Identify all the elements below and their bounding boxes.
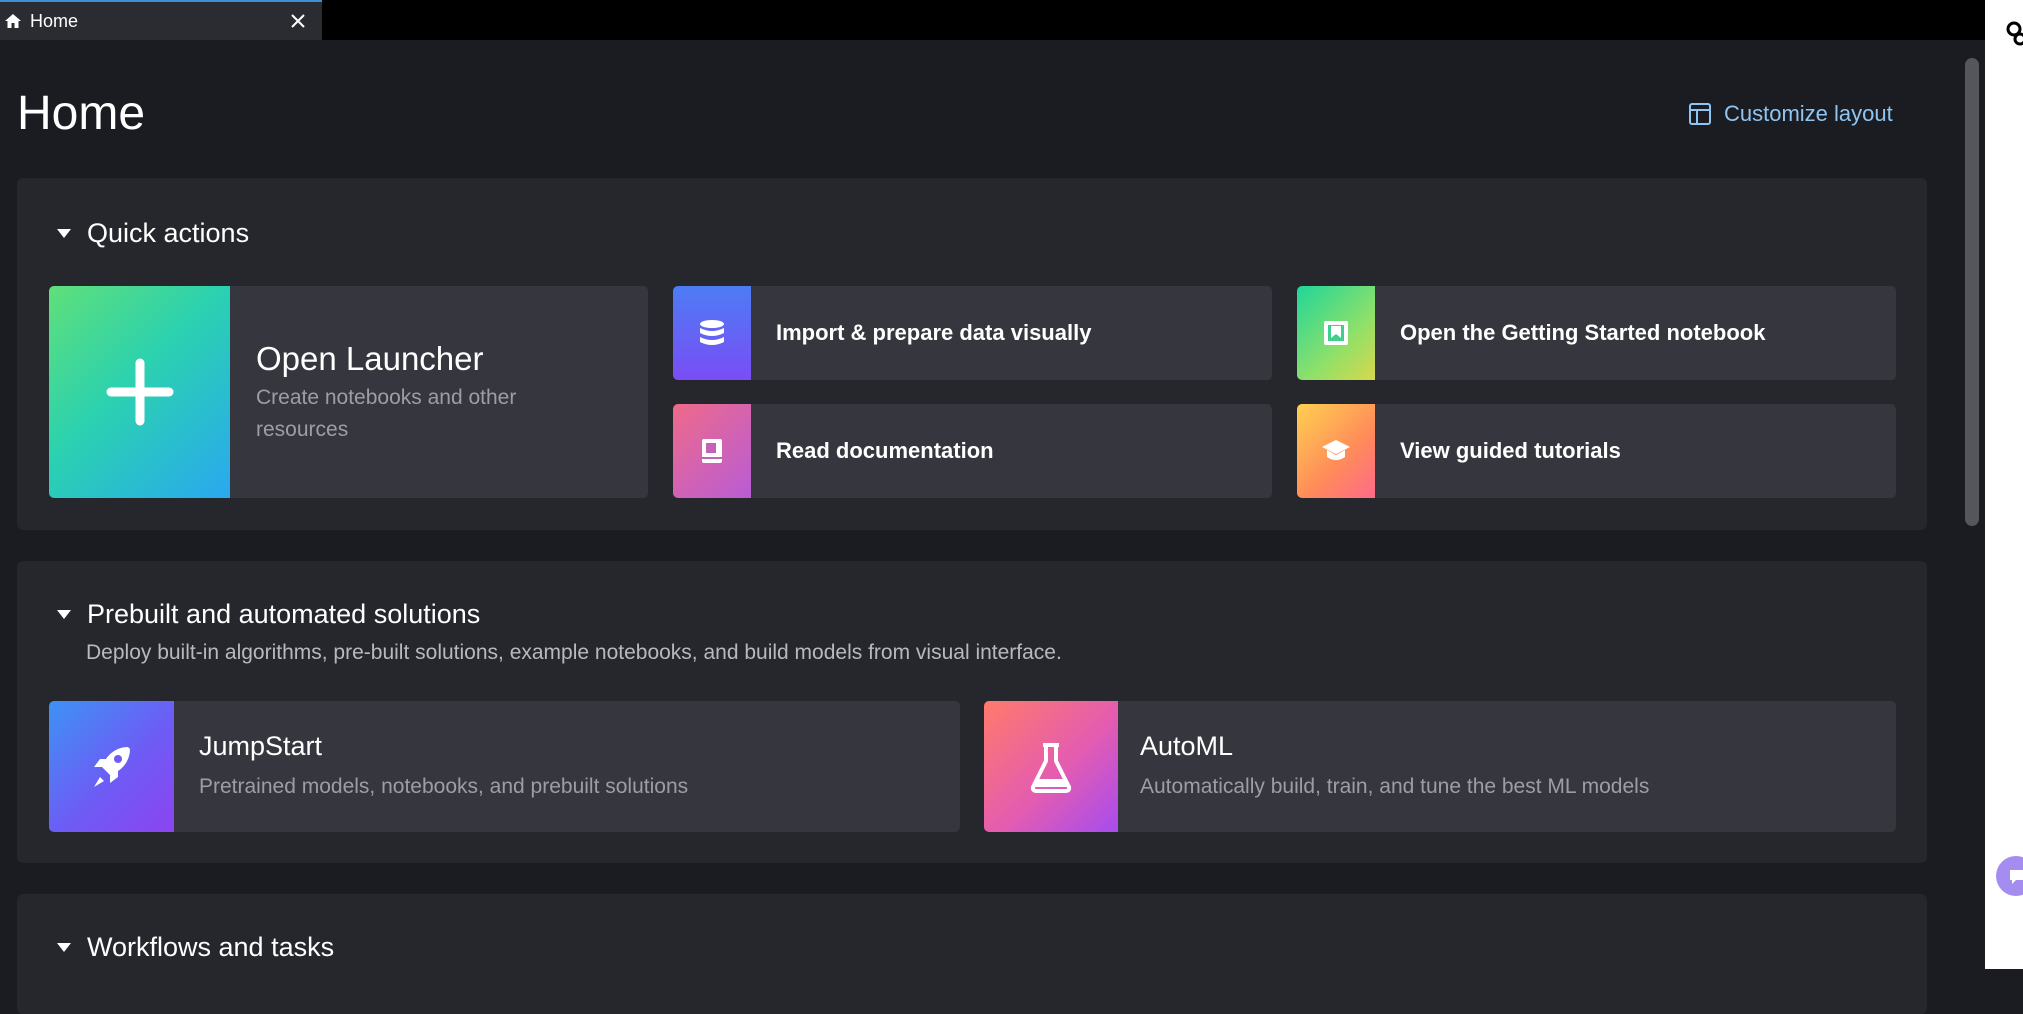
tutorials-tile xyxy=(1297,404,1375,498)
caret-down-icon xyxy=(57,610,71,619)
notebook-icon xyxy=(1324,321,1348,345)
open-launcher-card[interactable]: Open Launcher Create notebooks and other… xyxy=(49,286,648,498)
workflows-section: Workflows and tasks xyxy=(17,894,1927,1014)
quick-actions-header[interactable]: Quick actions xyxy=(57,218,249,249)
right-panel-strip xyxy=(1985,0,2023,969)
chat-bubble-icon xyxy=(2010,870,2023,884)
workflows-header[interactable]: Workflows and tasks xyxy=(57,932,334,963)
database-icon xyxy=(700,320,724,345)
automl-card[interactable]: AutoML Automatically build, train, and t… xyxy=(984,701,1896,832)
layout-icon xyxy=(1689,103,1711,125)
rocket-icon xyxy=(93,746,130,787)
launcher-title: Open Launcher xyxy=(256,340,484,377)
guided-tutorials-label: View guided tutorials xyxy=(1400,438,1621,463)
automl-title: AutoML xyxy=(1140,731,1234,761)
import-data-label: Import & prepare data visually xyxy=(776,320,1092,345)
prebuilt-description: Deploy built-in algorithms, pre-built so… xyxy=(86,641,1062,664)
import-data-card[interactable]: Import & prepare data visually xyxy=(673,286,1272,380)
prebuilt-title: Prebuilt and automated solutions xyxy=(87,599,481,629)
guided-tutorials-card[interactable]: View guided tutorials xyxy=(1297,404,1896,498)
read-documentation-card[interactable]: Read documentation xyxy=(673,404,1272,498)
getting-started-label: Open the Getting Started notebook xyxy=(1400,320,1766,345)
getting-started-tile xyxy=(1297,286,1375,380)
customize-layout-label: Customize layout xyxy=(1724,101,1893,126)
jumpstart-card[interactable]: JumpStart Pretrained models, notebooks, … xyxy=(49,701,960,832)
feedback-button[interactable] xyxy=(1996,856,2023,896)
automl-subtitle: Automatically build, train, and tune the… xyxy=(1140,775,1650,798)
scrollbar-thumb[interactable] xyxy=(1965,58,1979,526)
launcher-subtitle: Create notebooks and other resources xyxy=(256,386,517,441)
workflows-title: Workflows and tasks xyxy=(87,932,335,962)
jumpstart-subtitle: Pretrained models, notebooks, and prebui… xyxy=(199,775,689,798)
prebuilt-solutions-section: Prebuilt and automated solutions Deploy … xyxy=(17,561,1927,863)
prebuilt-header[interactable]: Prebuilt and automated solutions xyxy=(57,599,480,630)
jumpstart-title: JumpStart xyxy=(199,731,323,761)
page-title: Home xyxy=(17,87,146,140)
gear-icon[interactable] xyxy=(2005,20,2023,46)
tab-label: Home xyxy=(30,10,79,31)
customize-layout-button[interactable]: Customize layout xyxy=(1688,101,1893,127)
close-icon[interactable] xyxy=(288,11,308,31)
flask-icon xyxy=(1030,742,1072,793)
graduation-cap-icon xyxy=(1322,440,1350,460)
quick-actions-title: Quick actions xyxy=(87,218,250,248)
caret-down-icon xyxy=(57,943,71,952)
automl-tile xyxy=(984,701,1118,832)
import-tile xyxy=(673,286,751,380)
book-icon xyxy=(702,439,722,463)
plus-icon xyxy=(106,358,173,426)
tab-bar: Home xyxy=(0,0,1985,40)
home-icon xyxy=(5,14,21,28)
read-documentation-label: Read documentation xyxy=(776,438,994,463)
quick-actions-section: Quick actions Open Launcher Create noteb… xyxy=(17,178,1927,530)
jumpstart-tile xyxy=(49,701,174,832)
caret-down-icon xyxy=(57,229,71,238)
launcher-tile xyxy=(49,286,230,498)
docs-tile xyxy=(673,404,751,498)
getting-started-card[interactable]: Open the Getting Started notebook xyxy=(1297,286,1896,380)
tab-home[interactable]: Home xyxy=(0,0,322,40)
